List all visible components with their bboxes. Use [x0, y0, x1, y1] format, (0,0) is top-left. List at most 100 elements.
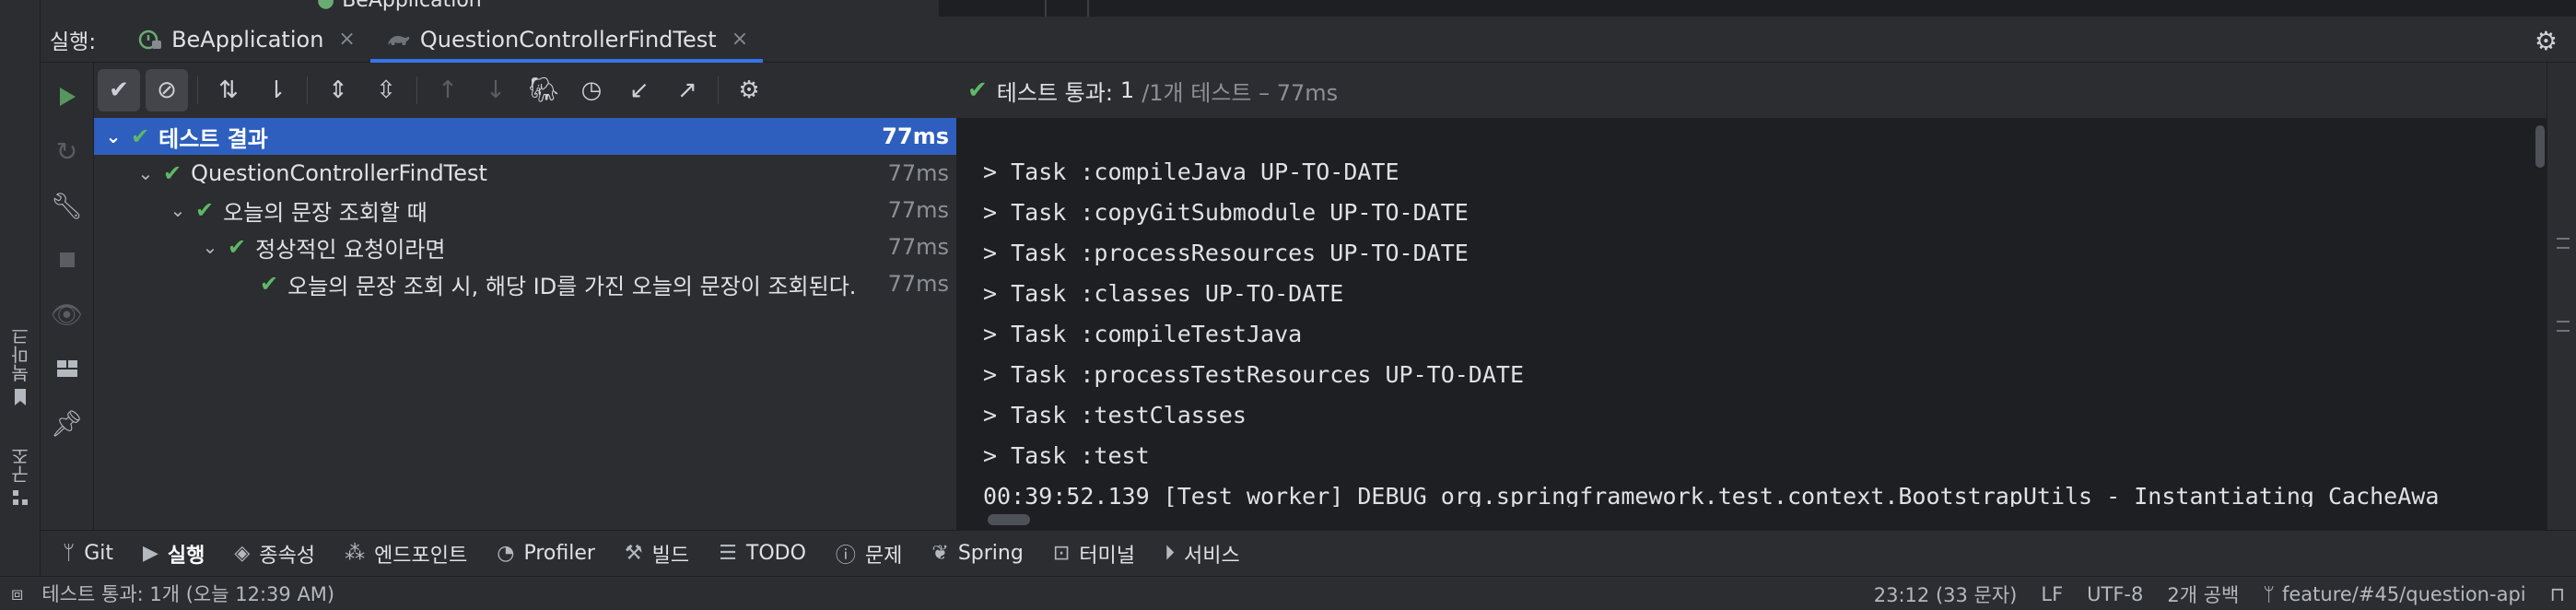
next-failed-button[interactable]: ↓ [474, 69, 517, 111]
tree-row-test-method[interactable]: ✔ 오늘의 문장 조회 시, 해당 ID를 가진 오늘의 문장이 조회된다. 7… [94, 265, 958, 302]
tool-window-label: 문제 [864, 544, 903, 568]
tree-row-test-results[interactable]: ⌄ ✔ 테스트 결과 77ms [94, 118, 958, 155]
git-branch-widget[interactable]: ᛘ feature/#45/question-api [2263, 583, 2525, 605]
tool-window-bar: ᛘ Git ▶ 실행 ◈ 종속성 ⁂ 엔드포인트 ◔ Profiler ⚒ 빌드 ☰ TODO… [41, 530, 2576, 576]
structure-tool-tab[interactable]: 구조 [6, 447, 35, 506]
tree-row-nested-context[interactable]: ⌄ ✔ 오늘의 문장 조회할 때 77ms [94, 192, 958, 229]
console-line: > Task :compileJava UP-TO-DATE [983, 158, 1399, 185]
tool-window-git[interactable]: ᛘ Git [50, 534, 126, 574]
gradle-tests-icon: 🐘︎ [528, 76, 559, 104]
tool-window-label: Git [84, 542, 113, 565]
tree-settings-button[interactable]: ⚙ [728, 69, 770, 111]
bookmarks-label: 북마크 [9, 327, 32, 382]
eye-icon: 👁︎ [50, 299, 84, 330]
test-results-tree: ⌄ ✔ 테스트 결과 77ms ⌄ ✔ QuestionControllerFi… [94, 118, 958, 576]
tool-window-services[interactable]: ⏵ 서비스 [1152, 534, 1253, 574]
run-icon: ▶ [143, 542, 158, 565]
indent-setting[interactable]: 2개 공백 [2167, 581, 2239, 608]
passed-count: 1 [1119, 77, 1135, 103]
tree-row-duration: 77ms [887, 271, 949, 297]
tool-window-label: Spring [957, 542, 1024, 565]
tool-window-profiler[interactable]: ◔ Profiler [484, 534, 608, 574]
console-line: > Task :test [983, 442, 1150, 469]
expand-all-button[interactable]: ⇕ [317, 69, 359, 111]
import-results-button[interactable]: 🐘︎ [522, 69, 565, 111]
tab-beapplication[interactable]: BeApplication × [123, 17, 370, 63]
todo-icon: ☰ [719, 542, 737, 565]
tool-window-terminal[interactable]: ⊡ 터미널 [1040, 534, 1148, 574]
tree-row-label: 테스트 결과 [158, 125, 268, 152]
gutter-marker [2557, 238, 2570, 240]
gradle-icon [387, 35, 410, 45]
rerun-button[interactable] [47, 76, 88, 117]
console-vertical-scrollbar[interactable] [2534, 118, 2547, 530]
close-icon[interactable]: × [338, 28, 355, 51]
tool-window-dependencies[interactable]: ◈ 종속성 [221, 534, 328, 574]
show-passed-toggle[interactable]: ✔ [98, 69, 140, 111]
problems-icon: ⓘ [835, 544, 856, 568]
layout-button[interactable] [47, 348, 88, 389]
passed-check-icon: ✔ [163, 160, 182, 186]
chevron-down-icon[interactable]: ⌄ [168, 199, 188, 221]
sort-by-duration-button[interactable]: ⇂ [255, 69, 298, 111]
run-label: 실행: [50, 29, 97, 54]
toolbar-separator [718, 76, 719, 104]
gutter-marker [2557, 321, 2570, 323]
bookmark-icon [15, 389, 26, 405]
status-message[interactable]: 테스트 통과: 1개 (오늘 12:39 AM) [41, 580, 334, 607]
show-passed-button[interactable]: 👁︎ [47, 294, 88, 334]
lock-icon[interactable]: ⊓ [2550, 583, 2565, 605]
sort-alpha-icon: ⇅ [218, 76, 239, 104]
test-history-button[interactable]: ◷ [570, 69, 613, 111]
status-square-icon[interactable]: ⧈ [11, 582, 23, 605]
export-tests-button[interactable]: ↗ [666, 69, 708, 111]
scrollbar-thumb[interactable] [2535, 125, 2545, 168]
tool-window-spring[interactable]: ❦ Spring [919, 534, 1036, 574]
import-arrow-icon: ↙ [629, 76, 650, 104]
passed-check-icon: ✔ [260, 271, 279, 297]
chevron-down-icon[interactable]: ⌄ [103, 125, 123, 147]
sort-alphabetically-button[interactable]: ⇅ [207, 69, 250, 111]
gutter-marker [2557, 330, 2570, 332]
tool-window-problems[interactable]: ⓘ 문제 [823, 534, 916, 574]
pin-tab-button[interactable]: 📌︎ [47, 403, 88, 443]
tab-questioncontrollerfindtest[interactable]: QuestionControllerFindTest × [369, 17, 764, 63]
collapse-all-icon: ⇳ [376, 76, 396, 104]
arrow-up-icon: ↑ [438, 76, 458, 104]
modify-config-button[interactable]: 🔧︎ [47, 185, 88, 226]
import-tests-button[interactable]: ↙ [618, 69, 661, 111]
console-output[interactable]: > Task :compileJava UP-TO-DATE > Task :c… [960, 118, 2534, 530]
git-branch-icon: ᛘ [63, 542, 76, 565]
tree-row-label: QuestionControllerFindTest [191, 160, 487, 186]
caret-position[interactable]: 23:12 (33 문자) [1874, 581, 2018, 608]
settings-gear-icon[interactable]: ⚙ [2535, 26, 2558, 56]
show-ignored-toggle[interactable]: ⊘ [146, 69, 188, 111]
tool-window-run[interactable]: ▶ 실행 [130, 534, 217, 574]
tool-window-build[interactable]: ⚒ 빌드 [612, 534, 702, 574]
chevron-down-icon[interactable]: ⌄ [200, 236, 220, 258]
structure-label: 구조 [9, 447, 32, 484]
tree-row-nested-context[interactable]: ⌄ ✔ 정상적인 요청이라면 77ms [94, 229, 958, 265]
close-icon[interactable]: × [732, 28, 748, 51]
toolbar-separator [197, 76, 198, 104]
editor-remnant: ● BeApplication [41, 0, 2576, 17]
console-line: 00:39:52.139 [Test worker] DEBUG org.spr… [983, 483, 2440, 510]
tool-window-todo[interactable]: ☰ TODO [706, 534, 819, 574]
bookmarks-tool-tab[interactable]: 북마크 [6, 327, 35, 406]
remnant-app-label: BeApplication [342, 0, 482, 12]
gear-icon: ⚙ [738, 76, 760, 104]
tool-window-label: 종속성 [259, 544, 316, 568]
stop-button[interactable] [47, 240, 88, 280]
console-horizontal-scrollbar[interactable] [960, 507, 2534, 530]
tool-window-label: Profiler [523, 542, 595, 565]
rerun-failed-button[interactable]: ↻ [47, 131, 88, 171]
chevron-down-icon[interactable]: ⌄ [135, 162, 156, 184]
line-separator[interactable]: LF [2041, 583, 2063, 605]
file-encoding[interactable]: UTF-8 [2087, 583, 2143, 605]
tree-row-test-class[interactable]: ⌄ ✔ QuestionControllerFindTest 77ms [94, 155, 958, 192]
expand-all-icon: ⇕ [328, 76, 348, 104]
tool-window-endpoints[interactable]: ⁂ 엔드포인트 [332, 534, 480, 574]
scrollbar-thumb[interactable] [988, 514, 1030, 525]
collapse-all-button[interactable]: ⇳ [365, 69, 407, 111]
previous-failed-button[interactable]: ↑ [427, 69, 469, 111]
